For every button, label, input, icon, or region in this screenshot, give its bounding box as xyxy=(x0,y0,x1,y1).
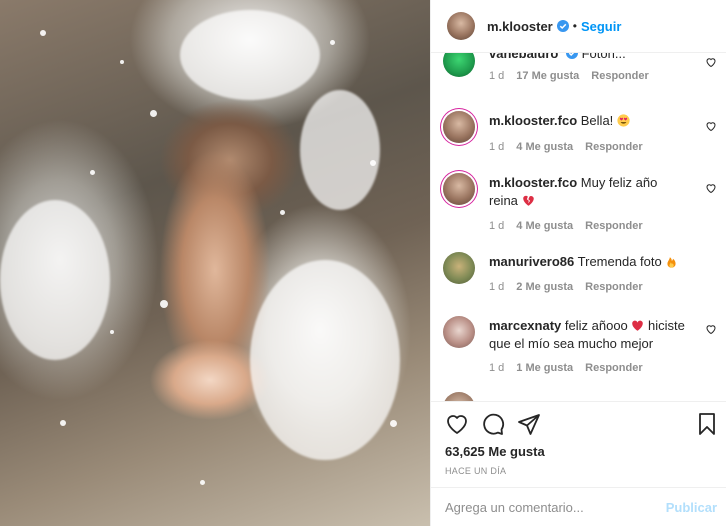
comment-age[interactable]: 1 d xyxy=(489,362,504,374)
author-username[interactable]: m.klooster xyxy=(487,19,553,34)
water-drop xyxy=(200,480,205,485)
heart-icon[interactable] xyxy=(445,412,469,436)
post-side-panel: m.klooster • Seguir vanebaluro Fotón... … xyxy=(430,0,726,526)
comment-icon[interactable] xyxy=(481,412,505,436)
commenter-avatar[interactable] xyxy=(443,392,475,401)
post-header: m.klooster • Seguir xyxy=(431,0,726,53)
like-comment-icon[interactable] xyxy=(705,120,717,132)
comment-input[interactable] xyxy=(445,500,645,515)
follow-button[interactable]: Seguir xyxy=(581,19,621,34)
water-drop xyxy=(120,60,124,64)
comment-age[interactable]: 1 d xyxy=(489,220,504,232)
comment-username[interactable]: manurivero86 xyxy=(489,254,574,269)
comment-message: Tremenda foto xyxy=(577,254,662,269)
commenter-avatar[interactable] xyxy=(443,316,475,348)
comment-meta: 1 d 4 Me gusta Responder xyxy=(489,141,643,153)
author-avatar[interactable] xyxy=(447,12,475,40)
comment-meta: 1 d 2 Me gusta Responder xyxy=(489,281,643,293)
like-comment-icon[interactable] xyxy=(705,56,717,68)
likes-count[interactable]: 63,625 Me gusta xyxy=(445,444,545,459)
comment-age[interactable]: 1 d xyxy=(489,70,504,82)
bookmark-icon[interactable] xyxy=(695,412,719,436)
verified-badge-icon xyxy=(556,20,569,32)
water-drop xyxy=(90,170,95,175)
commenter-avatar[interactable] xyxy=(443,173,475,205)
water-drop xyxy=(390,420,397,427)
post-photo[interactable] xyxy=(0,0,430,526)
reply-button[interactable]: Responder xyxy=(585,220,642,232)
comment-message: Fotón... xyxy=(581,53,626,61)
comment-likes[interactable]: 4 Me gusta xyxy=(516,141,573,153)
comment-text: manurivero86 Tremenda foto xyxy=(489,253,689,271)
comment-username[interactable]: vanebaluro xyxy=(489,53,558,61)
reply-button[interactable]: Responder xyxy=(585,362,642,374)
comment-likes[interactable]: 2 Me gusta xyxy=(516,281,573,293)
foam-splash xyxy=(0,200,110,360)
comment-meta: 1 d 17 Me gusta Responder xyxy=(489,70,649,82)
comment-age[interactable]: 1 d xyxy=(489,281,504,293)
commenter-avatar[interactable] xyxy=(443,111,475,143)
comment-likes[interactable]: 4 Me gusta xyxy=(516,220,573,232)
share-icon[interactable] xyxy=(517,412,541,436)
like-comment-icon[interactable] xyxy=(705,323,717,335)
water-drop xyxy=(160,300,168,308)
publish-button[interactable]: Publicar xyxy=(666,500,717,515)
comment-username[interactable]: m.klooster.fco xyxy=(489,113,577,128)
comment-username[interactable]: m.klooster.fco xyxy=(489,175,577,190)
comment-message: feliz añooo xyxy=(564,318,628,333)
comment-likes[interactable]: 17 Me gusta xyxy=(516,70,579,82)
reply-button[interactable]: Responder xyxy=(585,281,642,293)
water-drop xyxy=(330,40,335,45)
foam-splash xyxy=(180,10,320,100)
water-drop xyxy=(40,30,46,36)
foam-splash xyxy=(300,90,380,210)
like-comment-icon[interactable] xyxy=(705,182,717,194)
comment-text: vanebaluro Fotón... xyxy=(489,53,689,63)
verified-badge-icon xyxy=(565,53,578,59)
separator-dot: • xyxy=(572,19,577,33)
comment-message: Bella! xyxy=(580,113,614,128)
water-drop xyxy=(370,160,376,166)
red-heart-emoji-icon xyxy=(632,320,644,331)
commenter-avatar[interactable] xyxy=(443,252,475,284)
broken-heart-emoji-icon xyxy=(522,195,534,206)
comment-text: marcexnaty feliz añooo hiciste que el mí… xyxy=(489,317,695,353)
foam-splash xyxy=(250,260,400,460)
comment-composer: Publicar xyxy=(431,487,726,526)
comment-meta: 1 d 1 Me gusta Responder xyxy=(489,362,643,374)
comment-text: m.klooster.fco Muy feliz año reina xyxy=(489,174,679,210)
heart-eyes-emoji-icon xyxy=(617,114,630,127)
fire-emoji-icon xyxy=(667,257,676,268)
post-timestamp[interactable]: HACE UN DÍA xyxy=(445,466,506,476)
comment-text: m.klooster.fco Bella! xyxy=(489,112,689,130)
water-drop xyxy=(280,210,285,215)
action-icons-row xyxy=(443,412,717,438)
reply-button[interactable]: Responder xyxy=(585,141,642,153)
comment-likes[interactable]: 1 Me gusta xyxy=(516,362,573,374)
water-drop xyxy=(110,330,114,334)
reply-button[interactable]: Responder xyxy=(591,70,648,82)
comment-age[interactable]: 1 d xyxy=(489,141,504,153)
commenter-avatar[interactable] xyxy=(443,53,475,77)
comments-list[interactable]: vanebaluro Fotón... 1 d 17 Me gusta Resp… xyxy=(431,53,726,401)
water-drop xyxy=(60,420,66,426)
comment-username[interactable]: marcexnaty xyxy=(489,318,561,333)
water-drop xyxy=(150,110,157,117)
comment-meta: 1 d 4 Me gusta Responder xyxy=(489,220,643,232)
post-actions-section: 63,625 Me gusta HACE UN DÍA Publicar xyxy=(431,401,726,526)
